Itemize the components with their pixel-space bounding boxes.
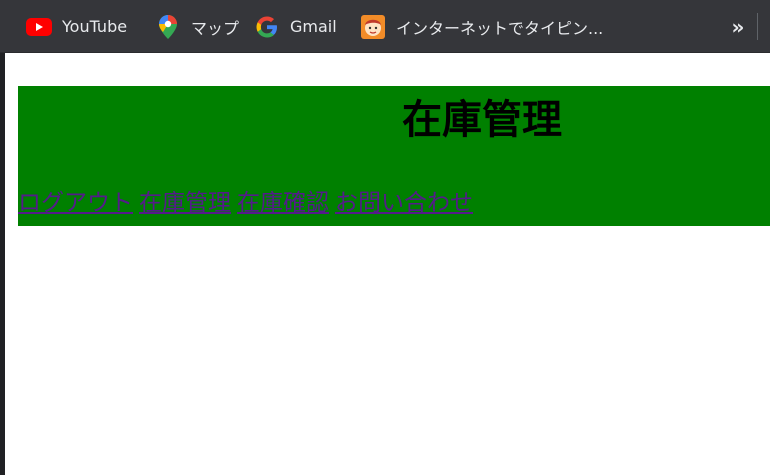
nav-link-inventory-check[interactable]: 在庫確認 xyxy=(237,190,329,216)
bookmark-youtube[interactable]: YouTube xyxy=(26,0,127,53)
youtube-icon xyxy=(26,14,52,40)
bookmarks-bar: YouTube マップ Gmail インターネットでタイピン... » xyxy=(0,0,770,53)
bookmark-gmail[interactable]: Gmail xyxy=(254,0,337,53)
google-g-icon xyxy=(254,14,280,40)
site-header: 在庫管理 ログアウト 在庫管理 在庫確認 お問い合わせ xyxy=(18,86,770,226)
bookmark-label: インターネットでタイピン... xyxy=(396,18,604,38)
bookmark-label: マップ xyxy=(191,18,240,38)
bookmark-maps[interactable]: マップ xyxy=(155,0,239,53)
nav-link-logout[interactable]: ログアウト xyxy=(18,190,133,216)
toolbar-divider xyxy=(757,13,758,40)
nav-links: ログアウト 在庫管理 在庫確認 お問い合わせ xyxy=(18,186,479,220)
bookmark-typing-site[interactable]: インターネットでタイピン... xyxy=(360,0,603,53)
typing-site-icon xyxy=(360,14,386,40)
page-title: 在庫管理 xyxy=(402,97,562,143)
bookmark-label: YouTube xyxy=(62,17,128,36)
nav-link-inventory-management[interactable]: 在庫管理 xyxy=(139,190,231,216)
bookmark-label: Gmail xyxy=(290,17,337,36)
maps-pin-icon xyxy=(155,14,181,40)
page-content: 在庫管理 ログアウト 在庫管理 在庫確認 お問い合わせ xyxy=(5,53,770,475)
nav-link-contact[interactable]: お問い合わせ xyxy=(335,190,473,216)
bookmarks-overflow-button[interactable]: » xyxy=(726,0,750,53)
